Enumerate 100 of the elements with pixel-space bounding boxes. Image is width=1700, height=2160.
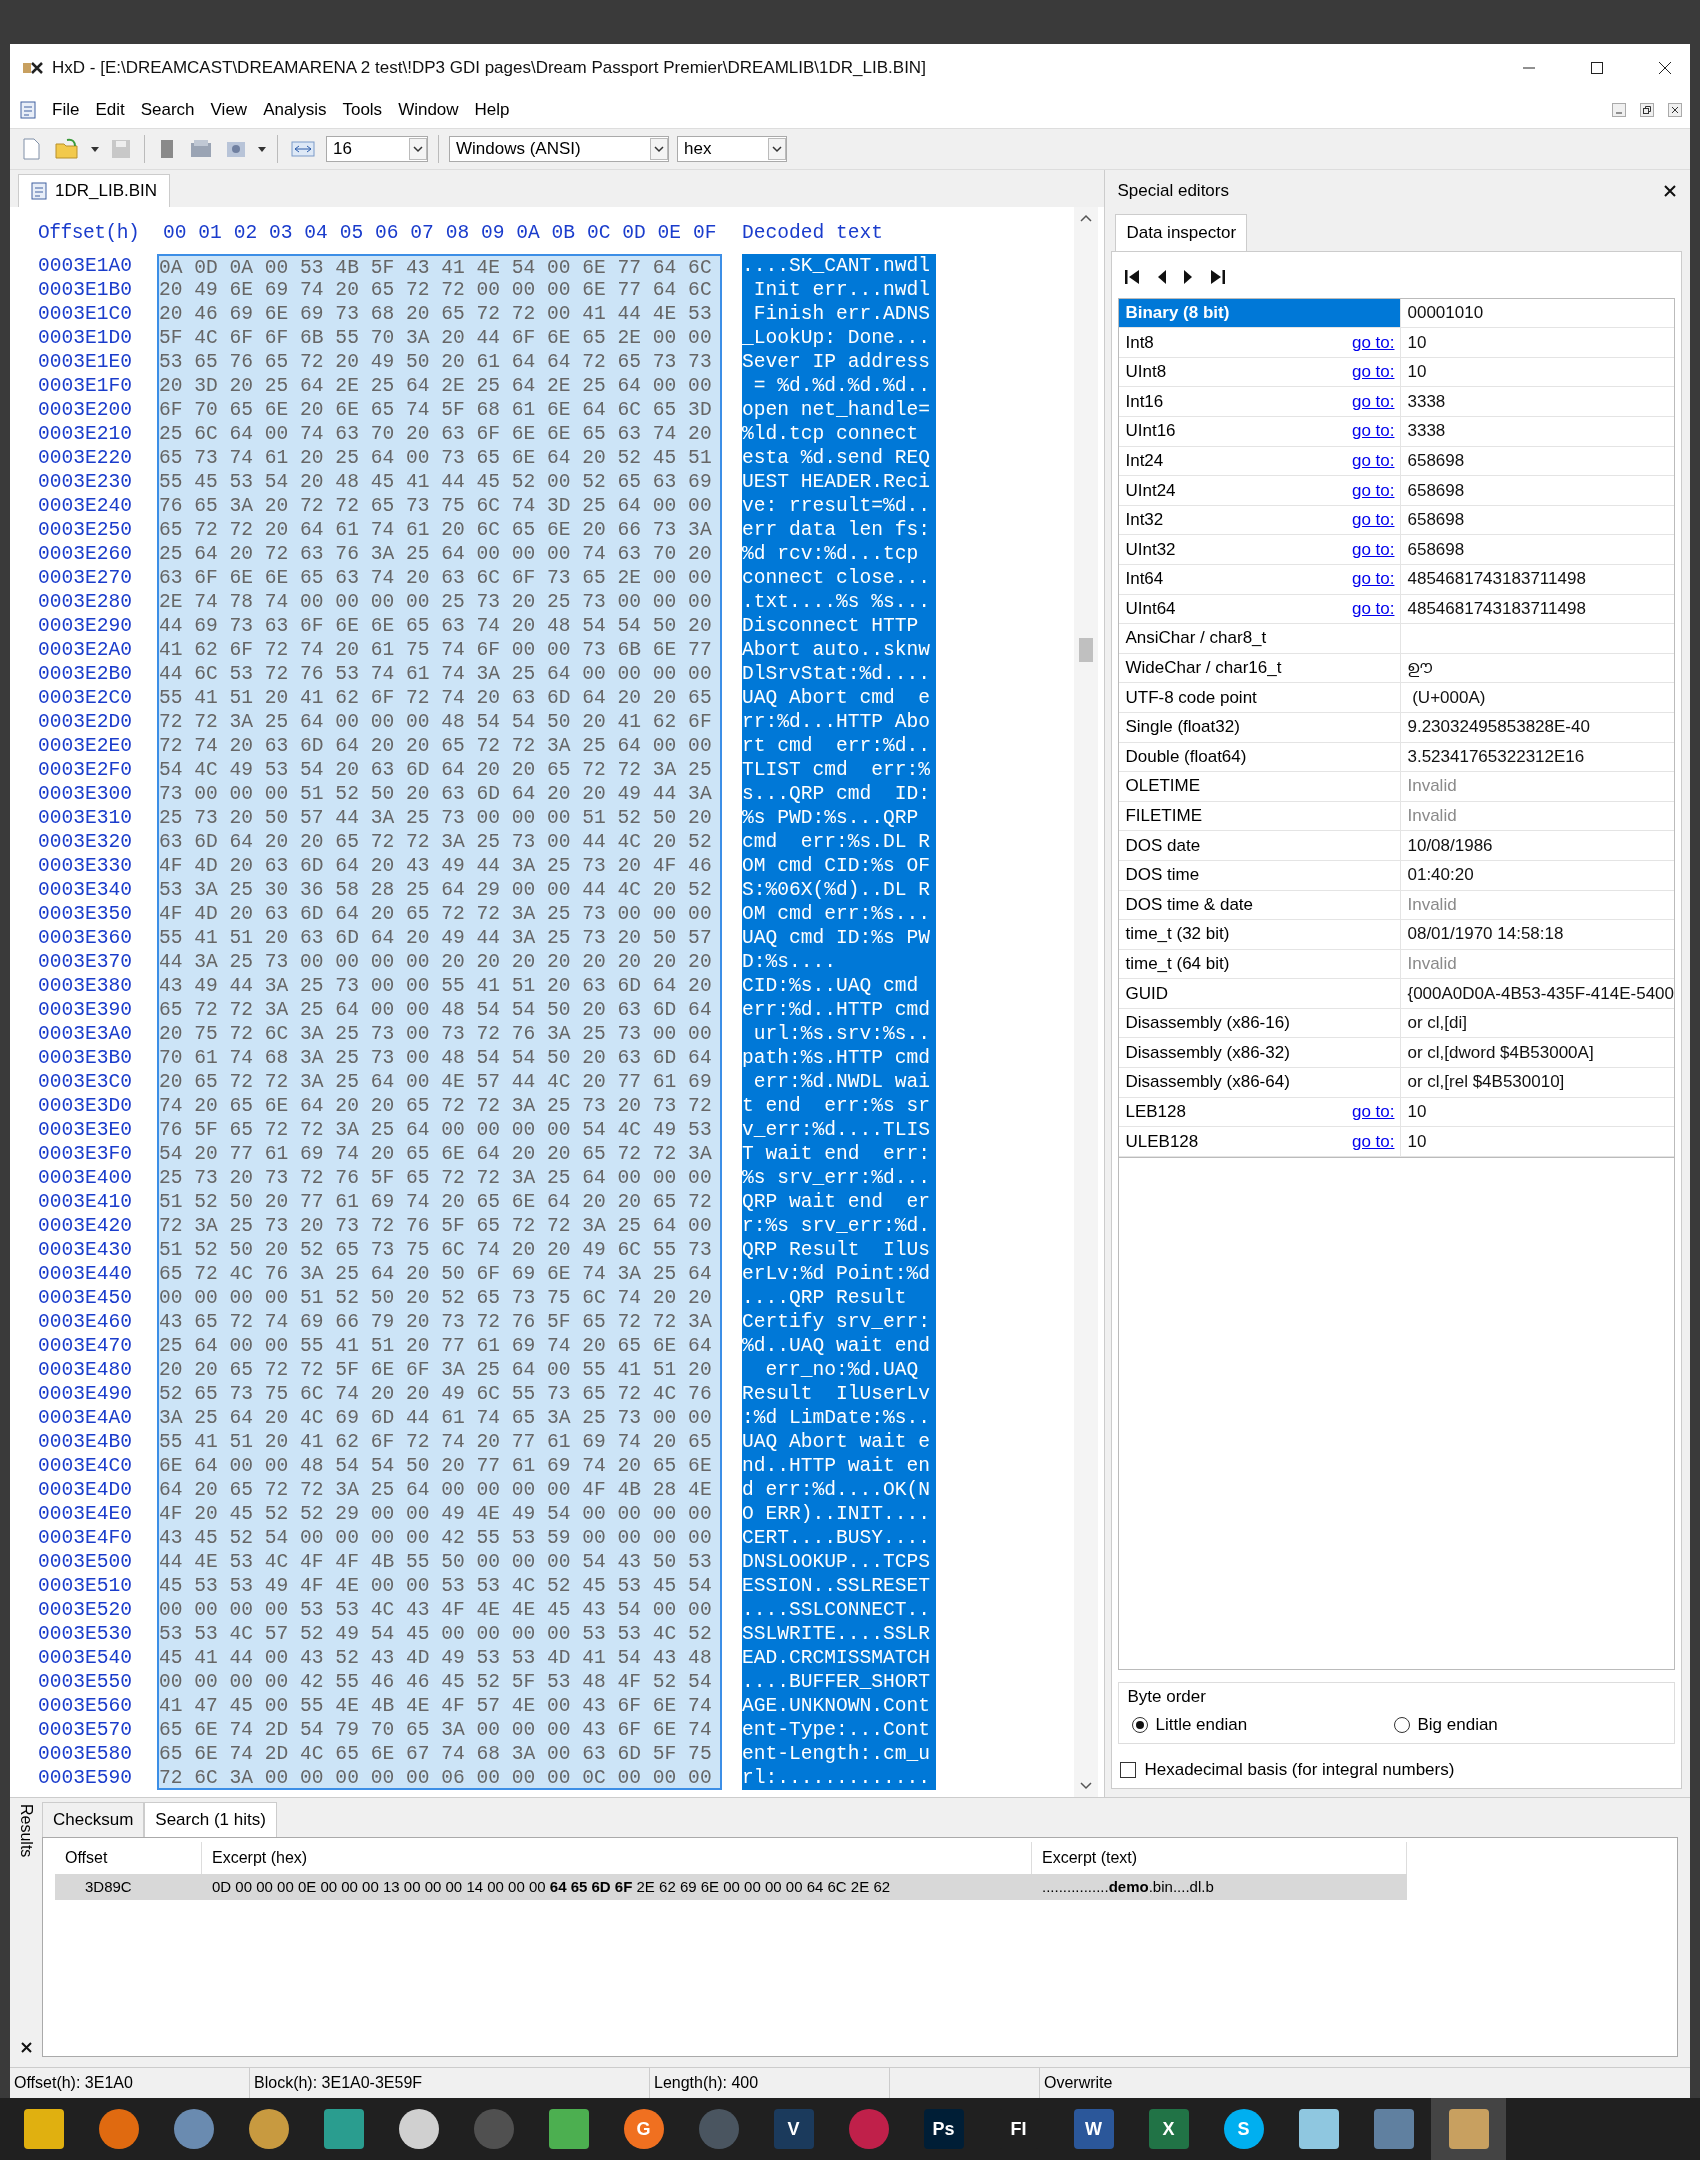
checkbox-icon[interactable] [1120,1761,1137,1778]
hex-bytes[interactable]: 72 72 3A 25 64 00 00 00 48 54 54 50 20 41 62 6F [157,709,722,734]
decoded-text[interactable]: rt cmd err:%d.. [742,733,936,758]
decoded-text[interactable]: connect close... [742,565,936,590]
folder-icon[interactable] [55,137,79,160]
inspector-label-cell[interactable]: UInt8 go to: [1119,357,1402,387]
decoded-text[interactable]: ent-Type:...Cont [742,1717,936,1742]
hex-bytes[interactable]: 72 74 20 63 6D 64 20 20 65 72 72 3A 25 64 00 00 [157,733,722,758]
decoded-text[interactable]: Certify srv_err: [742,1309,936,1334]
decoded-text[interactable]: Init err...nwdl [742,277,936,302]
hex-bytes[interactable]: 70 61 74 68 3A 25 73 00 48 54 54 50 20 63 6D 64 [157,1045,722,1070]
decoded-text[interactable]: r:%s srv_err:%d. [742,1213,936,1238]
go-to-link[interactable]: go to: [1351,421,1395,442]
decoded-text[interactable]: CERT....BUSY.... [742,1525,936,1550]
column-header[interactable]: Excerpt (text) [1032,1841,1407,1874]
menu-item[interactable]: View [210,97,248,122]
decoded-text[interactable]: rr:%d...HTTP Abo [742,709,936,734]
decoded-text[interactable]: QRP Result IlUs [742,1237,936,1262]
decoded-text[interactable]: %d rcv:%d...tcp [742,541,936,566]
decoded-text[interactable]: t end err:%s sr [742,1093,936,1118]
inspector-label-cell[interactable]: Int8 go to: [1119,328,1402,357]
hex-bytes[interactable]: 6F 70 65 6E 20 6E 65 74 5F 68 61 6E 64 6C 65 3D [157,397,722,422]
decoded-text[interactable]: s...QRP cmd ID: [742,781,936,806]
radio-icon[interactable] [1131,1715,1150,1734]
close-icon[interactable] [1668,102,1682,117]
decoded-text[interactable]: cmd err:%s.DL R [742,829,936,854]
inspector-label-cell[interactable]: UTF-8 code point [1119,683,1402,712]
hex-bytes[interactable]: 43 49 44 3A 25 73 00 00 55 41 51 20 63 6D 64 20 [157,973,722,998]
inspector-label-cell[interactable]: Int16 go to: [1119,387,1402,416]
result-row[interactable]: 3D89C 0D 00 00 00 0E 00 00 00 13 00 00 00 14 00 00 00 64 65 6D 6F 2E 62 69 6E 00 00 00 00 64 6C 2E 62 ................demo.bin....dl.b [55,1873,1407,1900]
taskbar-button[interactable]: FI [981,2098,1056,2160]
inspector-label-cell[interactable]: AnsiChar / char8_t [1119,624,1402,653]
go-to-link[interactable]: go to: [1351,391,1395,412]
inspector-label-cell[interactable]: UInt64 go to: [1119,594,1402,624]
hex-bytes[interactable]: 74 20 65 6E 64 20 20 65 72 72 3A 25 73 20 73 72 [157,1093,722,1118]
decoded-text[interactable]: %ld.tcp connect [742,421,936,446]
decoded-text[interactable]: erLv:%d Point:%d [742,1261,936,1286]
inspector-label-cell[interactable]: DOS time & date [1119,890,1402,920]
hex-bytes[interactable]: 3A 25 64 20 4C 69 6D 44 61 74 65 3A 25 73 00 00 [157,1405,722,1430]
decoded-text[interactable]: nd..HTTP wait en [742,1453,936,1478]
hex-bytes[interactable]: 72 3A 25 73 20 73 72 76 5F 65 72 72 3A 25 64 00 [157,1213,722,1238]
decoded-text[interactable]: OM cmd err:%s... [742,901,936,926]
last-icon[interactable] [1208,267,1227,286]
decoded-text[interactable]: ....SSLCONNECT.. [742,1597,936,1622]
hex-bytes[interactable]: 44 4E 53 4C 4F 4F 4B 55 50 00 00 00 54 43 50 53 [157,1549,722,1574]
hex-bytes[interactable]: 00 00 00 00 42 55 46 46 45 52 5F 53 48 4F 52 54 [157,1669,722,1694]
hex-bytes[interactable]: 20 3D 20 25 64 2E 25 64 2E 25 64 2E 25 64 00 00 [157,373,722,398]
close-icon[interactable] [1658,60,1672,75]
decoded-text[interactable]: rl:............. [742,1765,936,1790]
decoded-text[interactable]: Result IlUserLv [742,1381,936,1406]
inspector-label-cell[interactable]: GUID [1119,979,1402,1008]
inspector-label-cell[interactable]: time_t (32 bit) [1119,920,1402,949]
hex-bytes[interactable]: 65 72 72 3A 25 64 00 00 48 54 54 50 20 63 6D 64 [157,997,722,1022]
decoded-text[interactable]: d err:%d....OK(N [742,1477,936,1502]
inspector-label-cell[interactable]: UInt16 go to: [1119,417,1402,446]
hex-bytes[interactable]: 44 3A 25 73 00 00 00 00 20 20 20 20 20 20 20 20 [157,949,722,974]
checkbox-option[interactable]: Hexadecimal basis (for integral numbers) [1118,1755,1675,1784]
inspector-label-cell[interactable]: Int24 go to: [1119,446,1402,476]
decoded-text[interactable]: .txt....%s %s... [742,589,936,614]
decoded-text[interactable]: %s PWD:%s...QRP [742,805,936,830]
hex-bytes[interactable]: 72 6C 3A 00 00 00 00 00 06 00 00 00 0C 00 00 00 [157,1765,722,1790]
hex-bytes[interactable]: 25 73 20 73 72 76 5F 65 72 72 3A 25 64 00 00 00 [157,1165,722,1190]
decoded-text[interactable]: ....SK_CANT.nwdl [742,253,936,278]
go-to-link[interactable]: go to: [1351,569,1395,590]
hex-bytes[interactable]: 4F 20 45 52 52 29 00 00 49 4E 49 54 00 00 00 00 [157,1501,722,1526]
decoded-text[interactable]: DNSLOOKUP...TCPS [742,1549,936,1574]
go-to-link[interactable]: go to: [1351,480,1395,501]
decoded-text[interactable]: UAQ Abort wait e [742,1429,936,1454]
decoded-text[interactable]: err_no:%d.UAQ [742,1357,936,1382]
decoded-text[interactable]: UAQ cmd ID:%s PW [742,925,936,950]
taskbar-button[interactable]: W [1056,2098,1131,2160]
go-to-link[interactable]: go to: [1351,332,1395,353]
menu-item[interactable]: Tools [342,97,383,122]
hex-bytes[interactable]: 0A 0D 0A 00 53 4B 5F 43 41 4E 54 00 6E 77 64 6C [157,253,722,278]
inspector-label-cell[interactable]: Binary (8 bit) [1119,298,1402,328]
hex-bytes[interactable]: 65 72 4C 76 3A 25 64 20 50 6F 69 6E 74 3A 25 64 [157,1261,722,1286]
decoded-text[interactable]: Finish err.ADNS [742,301,936,326]
inspector-label-cell[interactable]: Disassembly (x86-16) [1119,1008,1402,1038]
hex-bytes[interactable]: 64 20 65 72 72 3A 25 64 00 00 00 00 4F 4B 28 4E [157,1477,722,1502]
decoded-text[interactable]: T wait end err: [742,1141,936,1166]
decoded-text[interactable]: DlSrvStat:%d.... [742,661,936,686]
decoded-text[interactable]: = %d.%d.%d.%d.. [742,373,936,398]
inspector-label-cell[interactable]: Int32 go to: [1119,505,1402,535]
taskbar-button[interactable]: S [1206,2098,1281,2160]
inspector-label-cell[interactable]: DOS date [1119,831,1402,860]
decoded-text[interactable]: TLIST cmd err:% [742,757,936,782]
radio-icon[interactable] [1393,1715,1412,1734]
results-tab[interactable]: Search (1 hits) [144,1801,277,1837]
decoded-text[interactable]: O ERR)..INIT.... [742,1501,936,1526]
decoded-text[interactable]: AGE.UNKNOWN.Cont [742,1693,936,1718]
decoded-text[interactable]: UEST HEADER.Reci [742,469,936,494]
inspector-label-cell[interactable]: DOS time [1119,860,1402,890]
hex-bytes[interactable]: 43 65 72 74 69 66 79 20 73 72 76 5F 65 72 72 3A [157,1309,722,1334]
menu-item[interactable]: Search [140,97,195,122]
vertical-scrollbar[interactable] [1074,206,1099,1797]
decoded-text[interactable]: :%d LimDate:%s.. [742,1405,936,1430]
inspector-label-cell[interactable]: FILETIME [1119,801,1402,831]
decoded-text[interactable]: OM cmd CID:%s OF [742,853,936,878]
encoding-dropdown[interactable]: Windows (ANSI) [449,135,669,162]
decoded-text[interactable]: %d..UAQ wait end [742,1333,936,1358]
